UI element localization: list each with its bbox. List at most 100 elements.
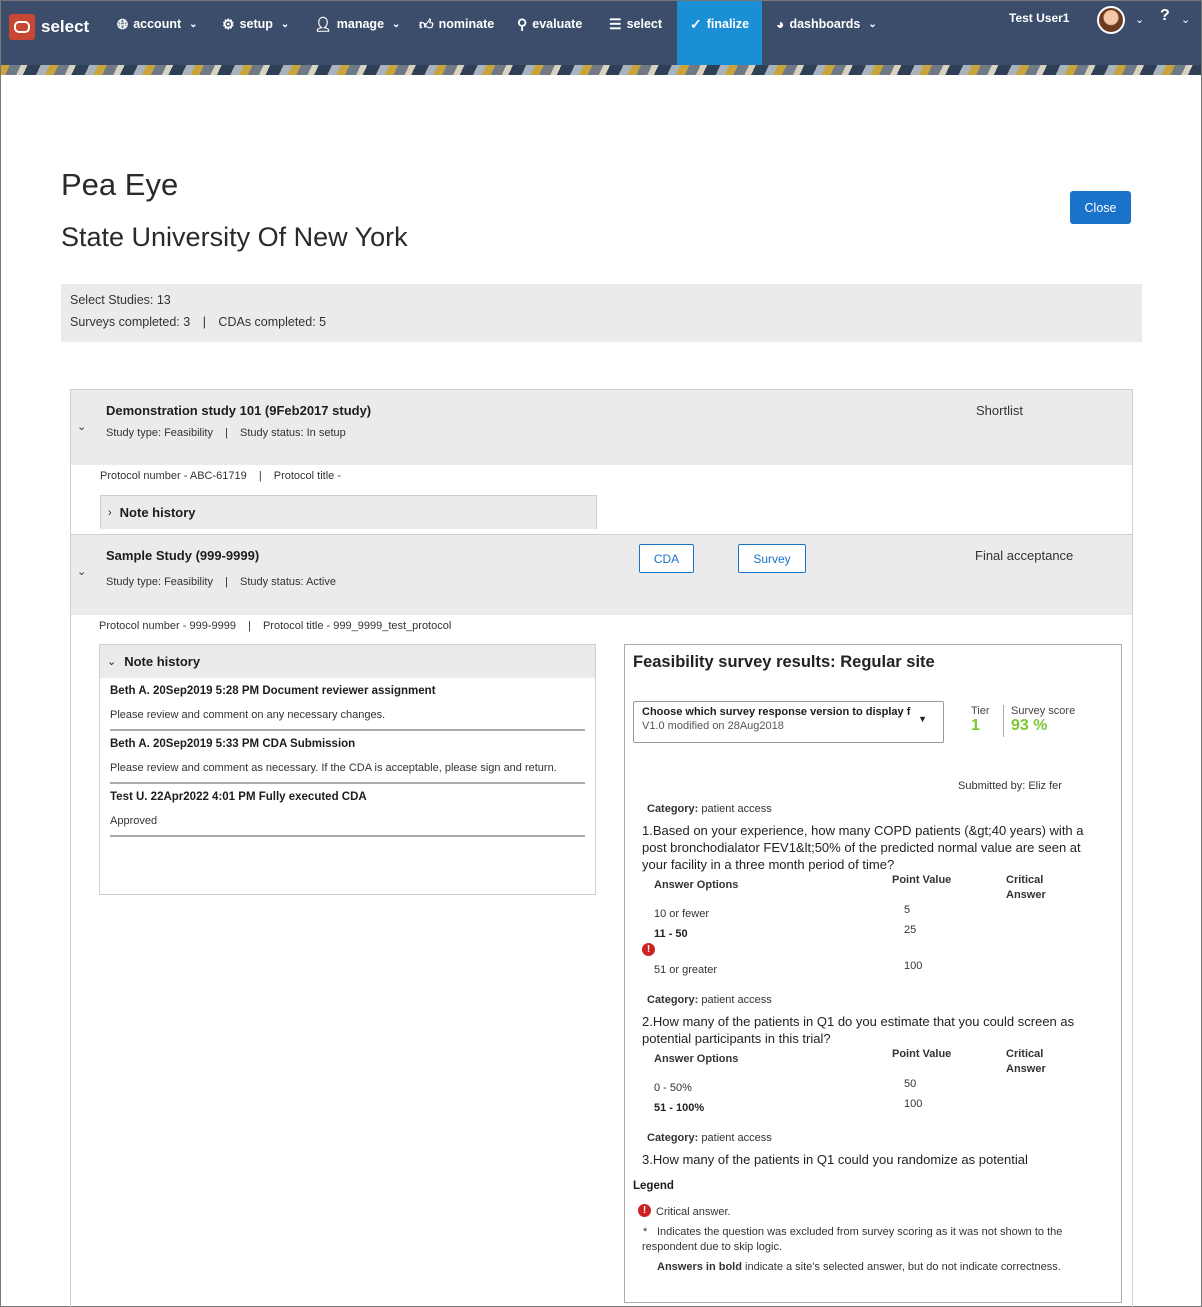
page-subtitle: State University Of New York	[61, 222, 408, 252]
answer-option: 0 - 50%	[654, 1082, 692, 1094]
chevron-down-icon[interactable]: ⌄	[77, 420, 86, 433]
nav-item-dashboards[interactable]: ◕ dashboards ⌄	[776, 14, 877, 34]
brand-name: select	[41, 17, 90, 36]
select-label: Choose which survey response version to …	[642, 706, 911, 718]
survey-title: Feasibility survey results: Regular site	[633, 653, 935, 671]
study-meta: Study type: Feasibility | Study status: …	[106, 427, 346, 439]
survey-results-panel: Feasibility survey results: Regular site…	[624, 644, 1122, 1303]
answer-option: 10 or fewer	[654, 908, 710, 920]
legend-title: Legend	[633, 1180, 674, 1192]
question-text: 2.How many of the patients in Q1 do you …	[642, 1014, 1075, 1046]
nav-decorative-stripe	[1, 65, 1201, 75]
point-value: 50	[904, 1078, 917, 1090]
study-card: ⌄ Demonstration study 101 (9Feb2017 stud…	[70, 389, 1133, 535]
survey-version-select[interactable]: Choose which survey response version to …	[633, 701, 944, 743]
col-answer-options: Answer Options	[654, 879, 739, 891]
col-answer-options: Answer Options	[654, 1053, 739, 1065]
score-value: 93 %	[1011, 717, 1048, 734]
cdas-completed: CDAs completed: 5	[218, 315, 327, 329]
survey-button[interactable]: Survey	[738, 544, 806, 573]
study-title: Sample Study (999-9999)	[106, 548, 260, 563]
chevron-right-icon: ›	[108, 506, 112, 519]
close-button[interactable]: Close	[1070, 191, 1131, 224]
tier-value: 1	[971, 717, 980, 734]
globe-icon: 🌐︎	[117, 15, 129, 32]
search-icon: ⚲	[517, 15, 528, 32]
chevron-down-icon: ⌄	[189, 18, 198, 30]
person-icon: 👤︎	[314, 15, 332, 32]
divider	[110, 835, 585, 837]
col-critical-answer: Critical Answer	[1006, 1048, 1046, 1075]
protocol-info: Protocol number - ABC-61719 | Protocol t…	[100, 470, 341, 482]
category: Category: patient access	[647, 803, 772, 815]
help-icon[interactable]: ?	[1160, 7, 1170, 25]
caret-down-icon: ▼	[918, 714, 927, 724]
study-header[interactable]: ⌄ Demonstration study 101 (9Feb2017 stud…	[71, 390, 1132, 465]
chevron-down-icon: ⌄	[107, 656, 117, 668]
top-nav: select 🌐︎ account ⌄ ⚙︎ setup ⌄ 👤︎ manage…	[1, 1, 1201, 65]
page-title: Pea Eye	[61, 167, 179, 202]
category: Category: patient access	[647, 994, 772, 1006]
nav-item-nominate[interactable]: 👍︎ nominate	[419, 14, 494, 34]
study-status-badge: Shortlist	[976, 403, 1023, 418]
check-circle-icon: ✓	[690, 15, 702, 32]
nav-item-manage[interactable]: 👤︎ manage ⌄	[314, 14, 400, 34]
list-icon: ☰	[609, 15, 622, 32]
note-body: Please review and comment on any necessa…	[110, 709, 386, 721]
nav-item-setup[interactable]: ⚙︎ setup ⌄	[222, 14, 289, 34]
nav-item-finalize[interactable]: ✓ finalize	[690, 14, 749, 34]
list-item: Test U. 22Apr2022 4:01 PM Fully executed…	[100, 784, 595, 837]
select-value: V1.0 modified on 28Aug2018	[642, 720, 784, 732]
summary-panel: Select Studies: 13 Surveys completed: 3 …	[61, 284, 1142, 342]
question-text: 3.How many of the patients in Q1 could y…	[642, 1152, 1028, 1167]
pie-chart-icon: ◕	[776, 16, 785, 32]
study-title: Demonstration study 101 (9Feb2017 study)	[106, 403, 372, 418]
note-history-toggle[interactable]: ⌄ Note history	[100, 645, 595, 678]
study-header[interactable]: ⌄ Sample Study (999-9999) Study type: Fe…	[71, 535, 1132, 615]
note-header: Test U. 22Apr2022 4:01 PM Fully executed…	[110, 791, 367, 803]
col-point-value: Point Value	[892, 1048, 952, 1060]
legend-bold: Answers in bold indicate a site's select…	[657, 1261, 1061, 1273]
answer-option: 51 or greater	[654, 964, 717, 976]
note-header: Beth A. 20Sep2019 5:33 PM CDA Submission	[110, 738, 356, 750]
point-value: 5	[904, 904, 911, 916]
note-header: Beth A. 20Sep2019 5:28 PM Document revie…	[110, 685, 436, 697]
survey-score: Survey score 93 %	[1011, 705, 1076, 734]
nav-item-select[interactable]: ☰ select	[609, 14, 662, 34]
study-status-badge: Final acceptance	[975, 548, 1074, 563]
point-value: 100	[904, 1098, 923, 1110]
protocol-info: Protocol number - 999-9999 | Protocol ti…	[99, 620, 452, 632]
divider	[1003, 705, 1004, 737]
chevron-down-icon[interactable]: ⌄	[77, 565, 86, 578]
cda-button[interactable]: CDA	[639, 544, 694, 573]
critical-answer-icon: !	[638, 1204, 651, 1217]
point-value: 100	[904, 960, 923, 972]
critical-answer-icon: !	[642, 943, 655, 956]
question-text: 1.Based on your experience, how many COP…	[642, 823, 1084, 872]
avatar[interactable]	[1097, 6, 1125, 34]
separator: |	[202, 315, 206, 329]
tier: Tier 1	[971, 705, 990, 734]
note-history-label: Note history	[119, 505, 196, 520]
legend-critical: Critical answer.	[656, 1206, 731, 1218]
chevron-down-icon[interactable]: ⌄	[1181, 13, 1190, 26]
select-studies-count: Select Studies: 13	[70, 293, 171, 307]
nav-item-account[interactable]: 🌐︎ account ⌄	[117, 14, 198, 34]
list-item: Beth A. 20Sep2019 5:28 PM Document revie…	[100, 678, 595, 731]
thumbs-up-icon: 👍︎	[419, 15, 434, 32]
surveys-completed: Surveys completed: 3	[70, 315, 191, 329]
nav-item-evaluate[interactable]: ⚲ evaluate	[517, 14, 582, 34]
gear-icon: ⚙︎	[222, 15, 235, 32]
legend-excluded: Indicates the question was excluded from…	[642, 1226, 1063, 1253]
brand[interactable]: select	[9, 14, 89, 40]
note-history-collapsed[interactable]: › Note history	[100, 495, 597, 529]
submitted-by: Submitted by: Eliz fer	[958, 780, 1062, 792]
col-critical-answer: Critical Answer	[1006, 874, 1046, 901]
list-item: Beth A. 20Sep2019 5:33 PM CDA Submission…	[100, 731, 595, 784]
chevron-down-icon[interactable]: ⌄	[1135, 13, 1144, 26]
chevron-down-icon: ⌄	[868, 18, 877, 30]
note-body: Approved	[110, 815, 158, 827]
user-name[interactable]: Test User1	[1009, 11, 1069, 25]
answer-option-selected: 11 - 50	[654, 928, 688, 940]
oracle-logo-icon	[9, 14, 35, 40]
